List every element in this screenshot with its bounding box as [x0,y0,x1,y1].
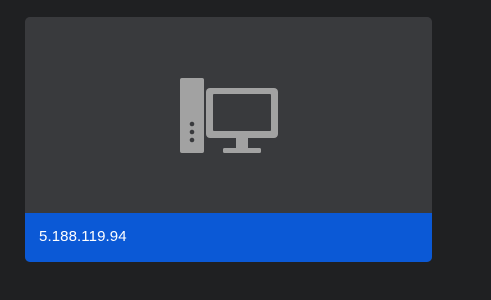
desktop-computer-icon [180,78,278,153]
host-address-label: 5.188.119.94 [39,228,127,245]
host-label-bar[interactable]: 5.188.119.94 [25,213,432,262]
host-preview [25,17,432,213]
host-card[interactable]: 5.188.119.94 [25,17,432,262]
